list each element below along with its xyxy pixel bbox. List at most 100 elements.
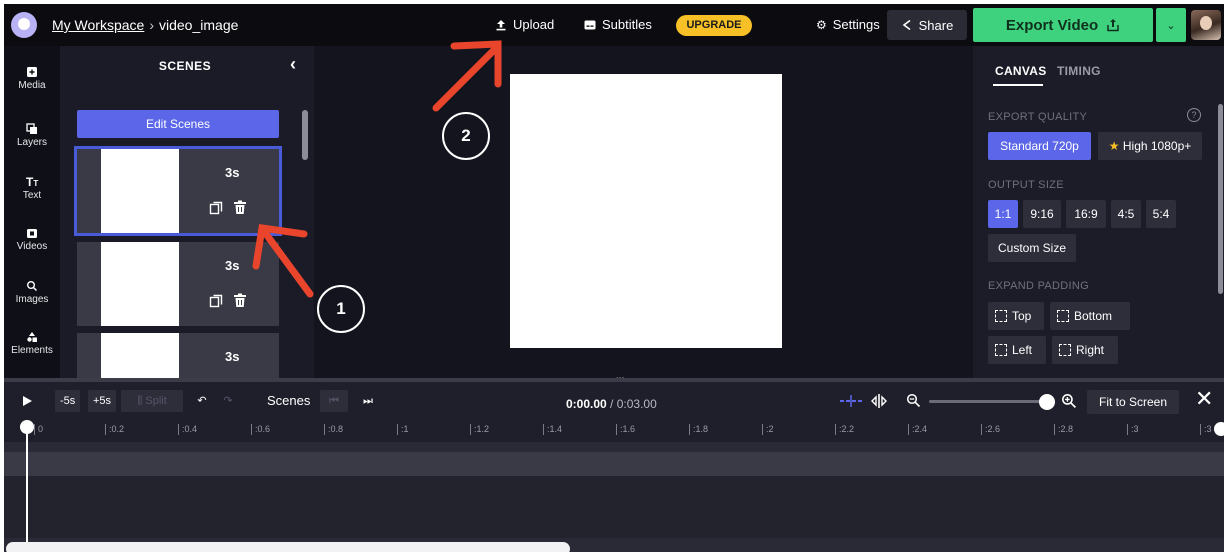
prev-scene-button[interactable]: ⏮ bbox=[320, 390, 348, 412]
tab-canvas[interactable]: CANVAS bbox=[995, 64, 1047, 78]
scene-duration: 3s bbox=[225, 258, 240, 273]
properties-panel: CANVAS TIMING EXPORT QUALITY ? Standard … bbox=[973, 46, 1224, 380]
snap-icon[interactable] bbox=[839, 394, 863, 408]
layers-icon bbox=[26, 123, 37, 134]
rail-item-media[interactable]: Media bbox=[4, 66, 60, 91]
split-button[interactable]: ⫼ Split bbox=[121, 390, 183, 412]
scene-card[interactable]: 3s bbox=[77, 333, 279, 380]
playhead[interactable] bbox=[26, 422, 28, 546]
rail-label: Images bbox=[15, 294, 49, 305]
forward-5s-button[interactable]: +5s bbox=[88, 390, 117, 412]
rail-label: Elements bbox=[11, 345, 53, 356]
quality-option-standard[interactable]: Standard 720p bbox=[988, 132, 1091, 160]
timeline-scrollbar[interactable] bbox=[6, 542, 570, 552]
scene-duration: 3s bbox=[225, 165, 240, 180]
padding-label: Right bbox=[1076, 343, 1105, 357]
settings-button[interactable]: ⚙ Settings bbox=[816, 17, 880, 32]
timeline-ruler[interactable]: 0 :0.2 :0.4 :0.6 :0.8 :1 :1.2 :1.4 :1.6 … bbox=[4, 420, 1224, 442]
rewind-5s-button[interactable]: -5s bbox=[55, 390, 81, 412]
duplicate-icon[interactable] bbox=[209, 294, 223, 308]
size-option[interactable]: 16:9 bbox=[1066, 200, 1106, 228]
rail-label: Media bbox=[18, 80, 46, 91]
chevron-left-icon: ‹ bbox=[290, 54, 296, 74]
playhead-handle[interactable] bbox=[20, 420, 34, 434]
timeline-track-empty[interactable] bbox=[4, 476, 1224, 538]
export-video-button[interactable]: Export Video bbox=[973, 8, 1153, 42]
quality-option-label: High 1080p+ bbox=[1122, 139, 1192, 153]
gear-icon: ⚙ bbox=[816, 17, 827, 32]
scenes-scrollbar[interactable] bbox=[302, 110, 308, 160]
quality-option-high[interactable]: ★ High 1080p+ bbox=[1098, 132, 1202, 160]
split-view-icon[interactable] bbox=[870, 393, 888, 409]
upgrade-button[interactable]: UPGRADE bbox=[676, 15, 752, 36]
ruler-tick: :3 bbox=[1127, 424, 1139, 435]
duplicate-icon[interactable] bbox=[209, 201, 223, 215]
tab-timing[interactable]: TIMING bbox=[1057, 64, 1101, 78]
size-option[interactable]: 9:16 bbox=[1023, 200, 1061, 228]
size-option[interactable]: 1:1 bbox=[988, 200, 1018, 228]
zoom-slider-handle[interactable] bbox=[1039, 394, 1055, 410]
export-dropdown-button[interactable]: ⌄ bbox=[1156, 8, 1186, 42]
scene-card[interactable]: 3s bbox=[74, 146, 282, 236]
padding-label: Top bbox=[1012, 309, 1032, 323]
rail-item-videos[interactable]: Videos bbox=[4, 227, 60, 252]
edit-scenes-button[interactable]: Edit Scenes bbox=[77, 110, 279, 138]
subtitles-button[interactable]: Subtitles bbox=[584, 17, 652, 32]
skip-back-icon: ⏮ bbox=[329, 395, 339, 407]
canvas-stage: ••• bbox=[314, 46, 973, 383]
upload-icon bbox=[496, 19, 506, 30]
project-name[interactable]: video_image bbox=[159, 17, 238, 33]
ruler-tick: :2.2 bbox=[835, 424, 854, 435]
video-canvas[interactable] bbox=[510, 74, 782, 348]
redo-button[interactable]: ↷ bbox=[220, 390, 236, 412]
star-icon: ★ bbox=[1108, 139, 1120, 153]
next-scene-button[interactable]: ⏭ bbox=[359, 390, 377, 412]
timeline-track[interactable] bbox=[4, 452, 1224, 476]
scene-card[interactable]: 3s bbox=[77, 242, 279, 326]
rail-item-layers[interactable]: Layers bbox=[4, 123, 60, 148]
export-quality-label: EXPORT QUALITY bbox=[988, 111, 1088, 123]
zoom-slider-track[interactable] bbox=[929, 400, 1043, 403]
trash-icon[interactable] bbox=[233, 200, 247, 215]
padding-top-toggle[interactable]: Top bbox=[988, 302, 1044, 330]
chevron-down-icon: ⌄ bbox=[1166, 19, 1176, 32]
subtitles-label: Subtitles bbox=[602, 17, 652, 32]
fit-to-screen-button[interactable]: Fit to Screen bbox=[1087, 390, 1179, 414]
rail-item-elements[interactable]: Elements bbox=[4, 331, 60, 356]
checkbox-icon bbox=[995, 310, 1007, 322]
custom-size-button[interactable]: Custom Size bbox=[988, 234, 1076, 262]
close-icon[interactable]: ✕ bbox=[1195, 388, 1213, 410]
workspace-link[interactable]: My Workspace bbox=[52, 17, 144, 33]
step-marker-1: 1 bbox=[317, 285, 365, 333]
properties-scrollbar[interactable] bbox=[1218, 104, 1223, 294]
padding-left-toggle[interactable]: Left bbox=[988, 336, 1046, 364]
padding-bottom-toggle[interactable]: Bottom bbox=[1050, 302, 1130, 330]
rail-item-images[interactable]: Images bbox=[4, 280, 60, 305]
settings-label: Settings bbox=[832, 17, 880, 32]
undo-icon: ↶ bbox=[197, 395, 207, 407]
checkbox-icon bbox=[1059, 344, 1071, 356]
zoom-in-icon[interactable] bbox=[1061, 393, 1077, 409]
size-option[interactable]: 4:5 bbox=[1111, 200, 1141, 228]
redo-icon: ↷ bbox=[223, 395, 233, 407]
ruler-tick: 0 bbox=[34, 424, 43, 435]
collapse-panel-button[interactable]: ‹ bbox=[290, 54, 296, 75]
user-avatar[interactable] bbox=[1191, 10, 1221, 40]
scenes-nav-label: Scenes bbox=[267, 393, 311, 408]
play-icon[interactable] bbox=[21, 395, 33, 407]
undo-button[interactable]: ↶ bbox=[194, 390, 210, 412]
app-logo[interactable] bbox=[11, 12, 37, 38]
trash-icon[interactable] bbox=[233, 293, 247, 308]
padding-right-toggle[interactable]: Right bbox=[1052, 336, 1118, 364]
ruler-tick: :1.2 bbox=[470, 424, 489, 435]
media-icon bbox=[27, 67, 37, 77]
zoom-out-icon[interactable] bbox=[906, 393, 921, 408]
size-option[interactable]: 5:4 bbox=[1146, 200, 1176, 228]
help-icon[interactable]: ? bbox=[1187, 108, 1201, 122]
upload-button[interactable]: Upload bbox=[495, 17, 554, 32]
breadcrumb: My Workspace › video_image bbox=[52, 17, 238, 33]
ruler-tick: :2 bbox=[762, 424, 774, 435]
share-button[interactable]: Share bbox=[887, 10, 967, 40]
timeline-end-handle[interactable] bbox=[1214, 422, 1224, 436]
rail-item-text[interactable]: TT Text bbox=[4, 176, 60, 201]
